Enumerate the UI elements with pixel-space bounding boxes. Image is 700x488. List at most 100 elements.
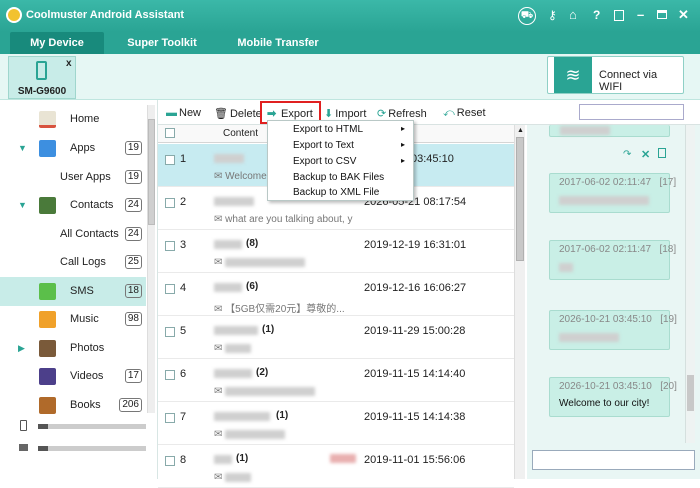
device-tile[interactable]: x SM-G9600	[8, 56, 76, 99]
row-checkbox[interactable]	[165, 155, 175, 165]
column-content[interactable]: Content	[223, 128, 258, 139]
maximize-icon[interactable]	[657, 10, 667, 19]
help-icon[interactable]: ?	[593, 8, 600, 22]
row-number: 4	[180, 282, 187, 294]
row-checkbox[interactable]	[165, 413, 175, 423]
count-badge: 25	[124, 255, 142, 269]
new-label: New	[179, 107, 202, 119]
table-row[interactable]: 3 (8) 2019-12-19 16:31:01 ✉	[158, 230, 514, 273]
home-icon[interactable]: ⌂	[569, 7, 577, 22]
music-icon	[39, 311, 56, 328]
tab-mobile-transfer[interactable]: Mobile Transfer	[226, 32, 330, 54]
tab-my-device[interactable]: My Device	[10, 32, 104, 54]
contact-tag	[330, 454, 356, 463]
menu-item-backup-bak[interactable]: Backup to BAK Files	[293, 172, 384, 183]
sidebar-item-label: Call Logs	[60, 256, 106, 268]
delete-button[interactable]: 🗑 Delete	[214, 107, 262, 120]
storage-sd-icon	[19, 444, 28, 451]
count-badge: 19	[124, 170, 142, 184]
toolbar: ▬ New 🗑 Delete ➡ Export ⬇ Import ⟳ Refresh ⤺…	[158, 100, 700, 125]
menu-item-backup-xml[interactable]: Backup to XML File	[293, 187, 379, 198]
search-input[interactable]	[579, 104, 684, 120]
sidebar-item-call-logs[interactable]: Call Logs 25	[0, 248, 146, 277]
feedback-icon[interactable]	[614, 10, 624, 21]
count-badge: 19	[124, 141, 142, 155]
row-number: 3	[180, 239, 187, 251]
row-checkbox[interactable]	[165, 198, 175, 208]
minimize-icon[interactable]: –	[637, 7, 644, 22]
key-icon[interactable]: ⚷	[548, 8, 557, 22]
sidebar-item-videos[interactable]: Videos 17	[0, 362, 146, 391]
connect-wifi-button[interactable]: ≋ Connect via WIFI	[547, 56, 684, 94]
sidebar-item-photos[interactable]: ▶ Photos	[0, 334, 146, 363]
sidebar-item-sms[interactable]: SMS 18	[0, 277, 146, 306]
forward-icon[interactable]: ↷	[623, 149, 631, 160]
row-preview: ✉	[214, 472, 252, 483]
sidebar-item-music[interactable]: Music 98	[0, 305, 146, 334]
export-menu: Export to HTML ▸ Export to Text ▸ Export t…	[267, 120, 414, 201]
scroll-up-icon[interactable]: ▲	[517, 127, 524, 134]
row-number: 7	[180, 411, 187, 423]
device-name: SM-G9600	[17, 86, 67, 97]
message-count: (8)	[246, 238, 259, 249]
table-row[interactable]: 4 (6) 2019-12-16 16:06:27 ✉ 【5GB仅需20元】尊敬…	[158, 273, 514, 316]
refresh-button[interactable]: ⟳ Refresh	[377, 107, 427, 120]
cart-icon[interactable]: ⛟	[518, 7, 536, 25]
sidebar-item-label: Books	[70, 399, 101, 411]
delete-message-icon[interactable]: ✕	[641, 148, 650, 161]
row-checkbox[interactable]	[165, 284, 175, 294]
wifi-icon: ≋	[554, 57, 592, 93]
conversation-panel: ↷ ✕ 2017-06-02 02:11:47 [17] 2017-06-02 …	[527, 125, 700, 479]
device-disconnect-icon[interactable]: x	[66, 58, 72, 69]
list-scrollbar[interactable]: ▲	[514, 125, 525, 479]
reply-input[interactable]	[532, 450, 695, 470]
table-row[interactable]: 6 (2) 2019-11-15 14:14:40 ✉	[158, 359, 514, 402]
expand-icon[interactable]: ▼	[18, 143, 27, 153]
table-row[interactable]: 7 (1) 2019-11-15 14:14:38 ✉	[158, 402, 514, 445]
table-row[interactable]: 8 (1) 2019-11-01 15:56:06 ✉	[158, 445, 514, 488]
message-count: (1)	[276, 410, 289, 421]
import-button[interactable]: ⬇ Import	[324, 107, 366, 120]
import-icon: ⬇	[324, 108, 334, 120]
count-badge: 98	[124, 312, 142, 326]
sidebar-item-label: Photos	[70, 342, 105, 354]
menu-item-export-csv[interactable]: Export to CSV ▸	[293, 156, 405, 167]
sidebar-item-books[interactable]: Books 206	[0, 391, 146, 420]
row-number: 1	[180, 153, 187, 165]
internal-storage-bar	[38, 424, 146, 429]
expand-icon[interactable]: ▼	[18, 200, 27, 210]
import-label: Import	[335, 108, 367, 120]
row-number: 6	[180, 368, 187, 380]
refresh-icon: ⟳	[377, 108, 387, 120]
tab-super-toolkit[interactable]: Super Toolkit	[112, 32, 212, 54]
sidebar-item-contacts[interactable]: ▼ Contacts 24	[0, 191, 146, 220]
sidebar-scrollbar[interactable]	[147, 105, 155, 413]
row-checkbox[interactable]	[165, 327, 175, 337]
close-icon[interactable]: ✕	[678, 7, 689, 23]
expand-icon[interactable]: ▶	[18, 343, 25, 354]
sidebar-item-apps[interactable]: ▼ Apps 19	[0, 134, 146, 163]
sidebar-item-label: Videos	[70, 370, 104, 382]
contact-name	[214, 369, 252, 378]
sidebar-item-label: Music	[70, 313, 99, 325]
sidebar-item-home[interactable]: Home	[0, 105, 146, 134]
row-checkbox[interactable]	[165, 241, 175, 251]
select-all-checkbox[interactable]	[165, 128, 175, 138]
export-label: Export	[281, 108, 313, 120]
copy-icon[interactable]	[658, 148, 666, 158]
menu-item-export-text[interactable]: Export to Text ▸	[293, 140, 405, 151]
sidebar-item-user-apps[interactable]: User Apps 19	[0, 163, 146, 192]
reset-button[interactable]: ⤺ Reset	[443, 107, 486, 120]
trash-icon: 🗑	[214, 108, 228, 120]
new-button[interactable]: ▬ New	[166, 107, 201, 119]
contact-name	[214, 240, 242, 249]
menu-item-export-html[interactable]: Export to HTML ▸	[293, 124, 405, 135]
export-arrow-icon: ➡	[267, 108, 277, 120]
row-checkbox[interactable]	[165, 370, 175, 380]
submenu-arrow-icon: ▸	[401, 124, 406, 133]
conversation-scrollbar[interactable]	[685, 125, 695, 443]
app-logo-icon	[6, 7, 22, 23]
table-row[interactable]: 5 (1) 2019-11-29 15:00:28 ✉	[158, 316, 514, 359]
row-checkbox[interactable]	[165, 456, 175, 466]
sidebar-item-all-contacts[interactable]: All Contacts 24	[0, 220, 146, 249]
